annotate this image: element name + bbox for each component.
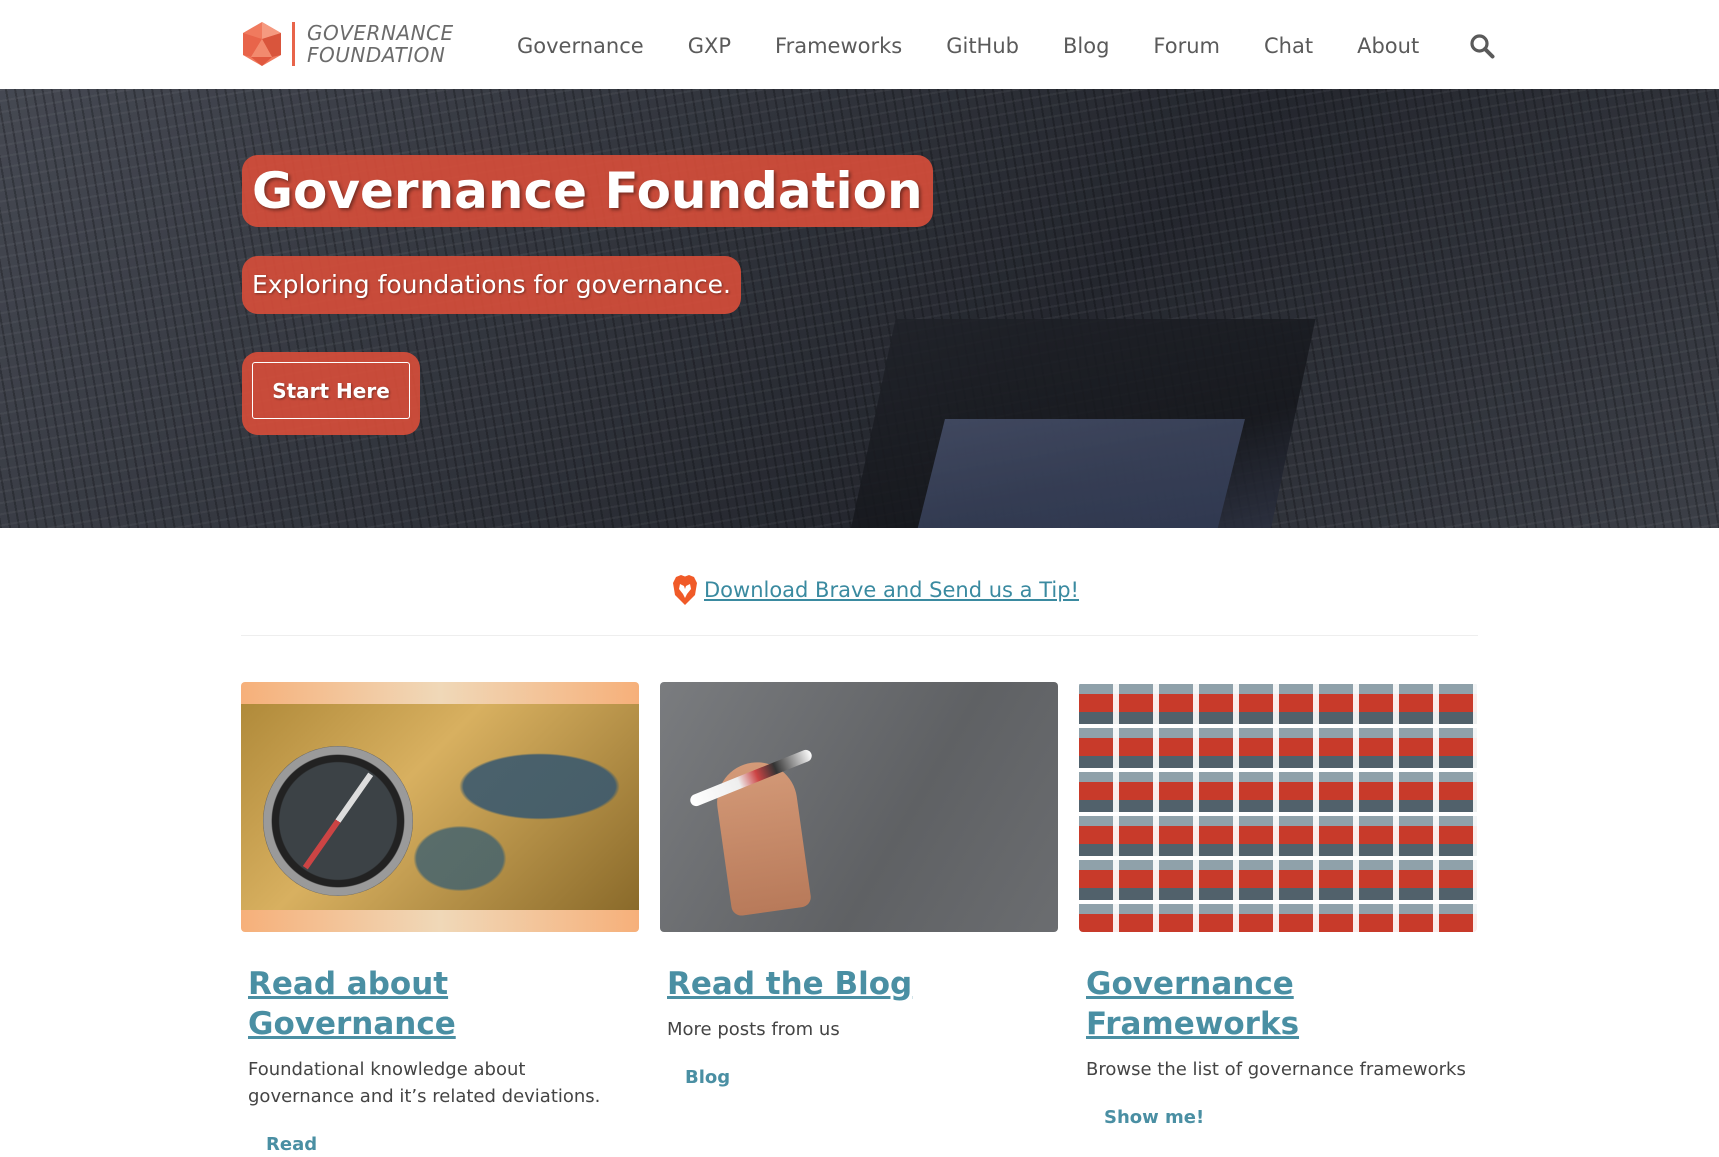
card-governance-description: Foundational knowledge about governance … (248, 1059, 601, 1107)
compass-icon (263, 746, 413, 896)
site-header: GOVERNANCE FOUNDATION Governance GXP Fra… (0, 0, 1719, 89)
nav-forum[interactable]: Forum (1153, 28, 1220, 64)
nav-governance[interactable]: Governance (517, 28, 644, 64)
card-governance: Read about Governance Foundational knowl… (241, 682, 639, 1155)
card-frameworks-image (1079, 682, 1477, 932)
nav-frameworks[interactable]: Frameworks (775, 28, 902, 64)
nav-about[interactable]: About (1357, 28, 1419, 64)
card-governance-image (241, 682, 639, 932)
nav-gxp[interactable]: GXP (688, 28, 731, 64)
hero-cta-box: Start Here (242, 352, 420, 435)
card-frameworks-description: Browse the list of governance frameworks (1086, 1059, 1466, 1080)
hero-title: Governance Foundation (252, 162, 923, 220)
brave-tip: Download Brave and Send us a Tip! (672, 574, 1079, 606)
section-divider (241, 635, 1478, 636)
card-frameworks-link[interactable]: Show me! (1104, 1107, 1477, 1128)
card-blog-title[interactable]: Read the Blog (667, 964, 1058, 1004)
logo-wordmark: GOVERNANCE FOUNDATION (307, 22, 454, 66)
hero-subtitle: Exploring foundations for governance. (252, 270, 732, 299)
main-nav: Governance GXP Frameworks GitHub Blog Fo… (517, 28, 1495, 64)
logo-divider (292, 22, 295, 66)
card-governance-read-link[interactable]: Read (266, 1134, 639, 1155)
site-logo[interactable]: GOVERNANCE FOUNDATION (241, 20, 454, 68)
hero-subtitle-box: Exploring foundations for governance. (242, 256, 742, 314)
logo-line-2: FOUNDATION (307, 43, 446, 67)
hero-title-box: Governance Foundation (242, 155, 933, 227)
card-blog-description: More posts from us (667, 1019, 840, 1040)
card-blog-image (660, 682, 1058, 932)
card-governance-title[interactable]: Read about Governance (248, 964, 639, 1044)
card-frameworks: Governance Frameworks Browse the list of… (1079, 682, 1477, 1128)
card-frameworks-title[interactable]: Governance Frameworks (1086, 964, 1477, 1044)
search-icon[interactable] (1469, 33, 1495, 59)
brave-lion-icon (673, 575, 697, 605)
logo-icosahedron-icon (243, 22, 281, 66)
nav-github[interactable]: GitHub (946, 28, 1019, 64)
card-blog: Read the Blog More posts from us Blog (660, 682, 1058, 1088)
brave-tip-link[interactable]: Download Brave and Send us a Tip! (704, 578, 1079, 602)
logo-line-1: GOVERNANCE (307, 21, 454, 45)
nav-chat[interactable]: Chat (1264, 28, 1313, 64)
nav-blog[interactable]: Blog (1063, 28, 1109, 64)
map-photo (241, 704, 639, 910)
start-here-button[interactable]: Start Here (252, 362, 410, 419)
card-blog-link[interactable]: Blog (685, 1067, 1058, 1088)
